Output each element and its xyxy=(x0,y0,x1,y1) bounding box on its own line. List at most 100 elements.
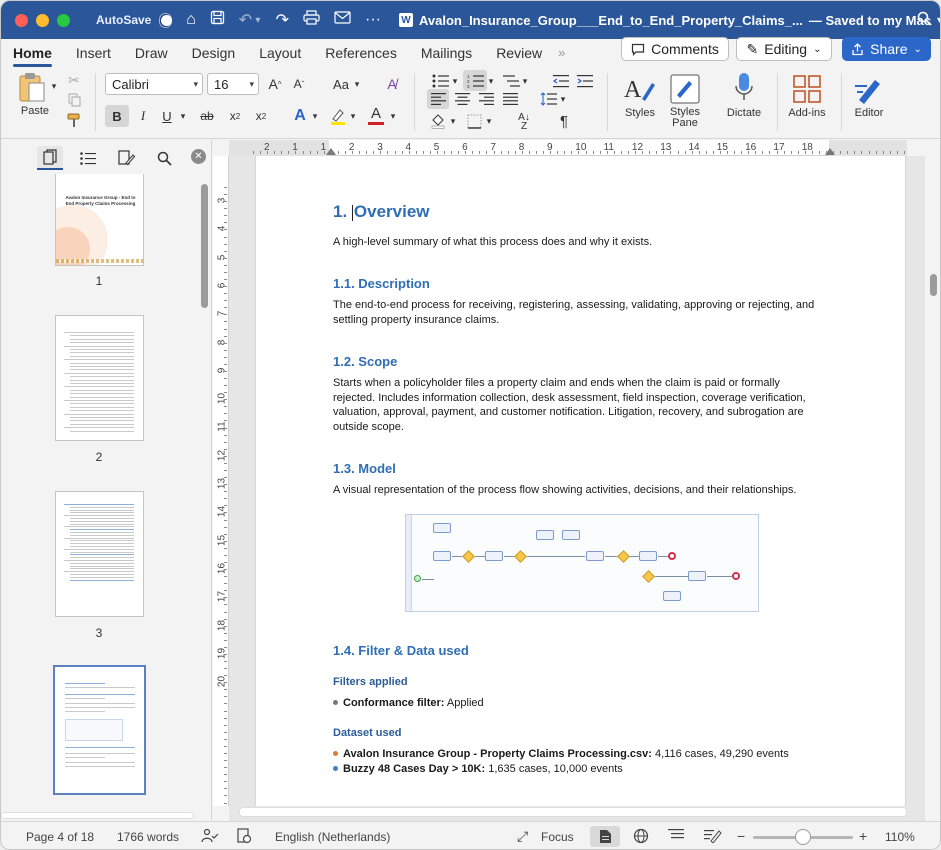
autosave-toggle[interactable] xyxy=(159,12,173,28)
line-spacing-icon[interactable] xyxy=(537,89,559,109)
more-tabs-button[interactable]: » xyxy=(554,45,573,67)
chevron-down-icon[interactable]: ▾ xyxy=(521,76,529,86)
dataset-item-2[interactable]: Buzzy 48 Cases Day > 10K: 1,635 cases, 1… xyxy=(333,763,623,775)
strikethrough-button[interactable]: ab xyxy=(197,105,217,127)
clear-formatting-icon[interactable]: A̸ xyxy=(381,75,403,93)
document-vertical-scrollbar[interactable] xyxy=(925,156,940,821)
headings-list-icon[interactable] xyxy=(75,146,101,170)
dataset-item-1[interactable]: Avalon Insurance Group - Property Claims… xyxy=(333,748,789,760)
filters-applied-heading[interactable]: Filters applied xyxy=(333,676,408,688)
outline-view-icon[interactable] xyxy=(668,828,684,844)
comments-button[interactable]: Comments xyxy=(621,37,729,61)
text-effects-button[interactable]: A xyxy=(289,105,311,127)
chevron-down-icon[interactable]: ▾ xyxy=(349,111,357,121)
editing-mode-button[interactable]: ✎ Editing ⌄ xyxy=(736,37,832,61)
search-icon[interactable] xyxy=(151,146,177,170)
dataset-used-heading[interactable]: Dataset used xyxy=(333,727,401,739)
subscript-button[interactable]: x2 xyxy=(225,105,245,127)
cut-icon[interactable]: ✂ xyxy=(65,71,83,89)
paste-dropdown-icon[interactable]: ▾ xyxy=(49,81,59,91)
focus-icon[interactable]: ⤢ xyxy=(517,828,528,845)
description-paragraph[interactable]: The end-to-end process for receiving, re… xyxy=(333,298,823,327)
zoom-in-button[interactable]: + xyxy=(859,828,867,844)
chevron-down-icon[interactable]: ▾ xyxy=(559,94,567,104)
scrollbar-thumb[interactable] xyxy=(930,274,937,296)
more-icon[interactable]: ··· xyxy=(365,11,381,29)
language-indicator[interactable]: English (Netherlands) xyxy=(275,830,390,844)
chevron-down-icon[interactable]: ▾ xyxy=(451,76,459,86)
align-right-icon[interactable] xyxy=(475,89,497,109)
home-icon[interactable]: ⌂ xyxy=(186,11,196,29)
tab-mailings[interactable]: Mailings xyxy=(409,45,484,67)
multilevel-list-icon[interactable] xyxy=(501,71,521,91)
tab-home[interactable]: Home xyxy=(1,45,64,67)
shrink-font-button[interactable]: Aˇ xyxy=(289,75,309,93)
chevron-down-icon[interactable]: ▾ xyxy=(937,15,940,26)
format-painter-icon[interactable] xyxy=(65,111,83,129)
tab-review[interactable]: Review xyxy=(484,45,554,67)
heading-scope[interactable]: 1.2. Scope xyxy=(333,354,397,369)
font-size-select[interactable]: 16 ▾ xyxy=(207,73,259,95)
heading-overview[interactable]: 1. Overview xyxy=(333,202,430,222)
shading-icon[interactable] xyxy=(427,111,449,131)
draft-view-icon[interactable] xyxy=(704,828,722,846)
undo-dropdown-icon[interactable]: ▾ xyxy=(254,15,261,26)
chevron-down-icon[interactable]: ▾ xyxy=(179,111,187,121)
chevron-down-icon[interactable]: ▾ xyxy=(487,76,495,86)
page-thumbnail-4[interactable] xyxy=(53,665,146,795)
tab-design[interactable]: Design xyxy=(180,45,248,67)
bold-button[interactable]: B xyxy=(105,105,129,127)
page-thumbnail-1[interactable]: Avalon Insurance Group - End to End Prop… xyxy=(55,174,144,266)
numbering-icon[interactable]: 123 xyxy=(463,70,487,91)
editor-icon[interactable] xyxy=(851,71,887,107)
increase-indent-icon[interactable] xyxy=(575,71,595,91)
scope-paragraph[interactable]: Starts when a policyholder files a prope… xyxy=(333,376,823,434)
zoom-level[interactable]: 110% xyxy=(885,830,915,844)
sort-icon[interactable]: A↓ Z xyxy=(513,111,535,133)
borders-icon[interactable] xyxy=(463,111,485,131)
font-color-button[interactable]: A xyxy=(365,103,387,127)
page-count[interactable]: Page 4 of 18 xyxy=(26,830,94,844)
horizontal-ruler[interactable]: 2 1 1 2 3 4 5 6 7 8 9 10 11 12 13 14 15 16 17 18 xyxy=(229,140,907,156)
overview-paragraph[interactable]: A high-level summary of what this proces… xyxy=(333,235,823,250)
proofing-icon[interactable] xyxy=(236,828,252,847)
paste-icon[interactable] xyxy=(15,71,49,105)
print-layout-view-button[interactable] xyxy=(590,826,620,847)
print-icon[interactable] xyxy=(303,10,320,30)
model-paragraph[interactable]: A visual representation of the process f… xyxy=(333,483,823,498)
italic-button[interactable]: I xyxy=(133,105,153,127)
add-ins-icon[interactable] xyxy=(789,71,825,107)
filter-item[interactable]: Conformance filter: Applied xyxy=(333,697,484,709)
align-center-icon[interactable] xyxy=(451,89,473,109)
justify-icon[interactable] xyxy=(499,89,521,109)
close-icon[interactable]: ✕ xyxy=(191,149,206,164)
close-window-button[interactable] xyxy=(15,13,28,27)
document-horizontal-scrollbar[interactable] xyxy=(239,807,907,817)
undo-icon[interactable]: ↶ xyxy=(239,10,252,30)
chevron-down-icon[interactable]: ▾ xyxy=(389,111,397,121)
minimize-window-button[interactable] xyxy=(36,13,49,27)
highlight-icon[interactable] xyxy=(327,105,349,127)
page-thumbnail-2[interactable] xyxy=(55,315,144,441)
underline-button[interactable]: U xyxy=(157,105,177,127)
microphone-icon[interactable] xyxy=(727,69,761,105)
heading-description[interactable]: 1.1. Description xyxy=(333,276,430,291)
zoom-out-button[interactable]: − xyxy=(737,828,745,844)
chevron-down-icon[interactable]: ▾ xyxy=(449,116,457,126)
mail-icon[interactable] xyxy=(334,11,351,29)
save-icon[interactable] xyxy=(210,10,225,30)
chevron-down-icon[interactable]: ▾ xyxy=(485,116,493,126)
chevron-down-icon[interactable]: ▾ xyxy=(311,111,319,121)
document-canvas[interactable]: 1. Overview A high-level summary of what… xyxy=(229,156,925,821)
search-icon[interactable] xyxy=(917,11,932,30)
thumbnails-scrollbar[interactable] xyxy=(201,184,208,308)
share-button[interactable]: Share ⌄ xyxy=(842,37,931,61)
tab-references[interactable]: References xyxy=(313,45,409,67)
font-name-select[interactable]: Calibri ▾ xyxy=(105,73,203,95)
tab-draw[interactable]: Draw xyxy=(123,45,180,67)
focus-label[interactable]: Focus xyxy=(541,830,574,844)
grow-font-button[interactable]: A ^ xyxy=(265,75,285,93)
thumbnails-horizontal-scrollbar[interactable] xyxy=(1,812,194,819)
chevron-down-icon[interactable]: ▾ xyxy=(353,79,361,89)
thumbnails-icon[interactable] xyxy=(37,146,63,170)
